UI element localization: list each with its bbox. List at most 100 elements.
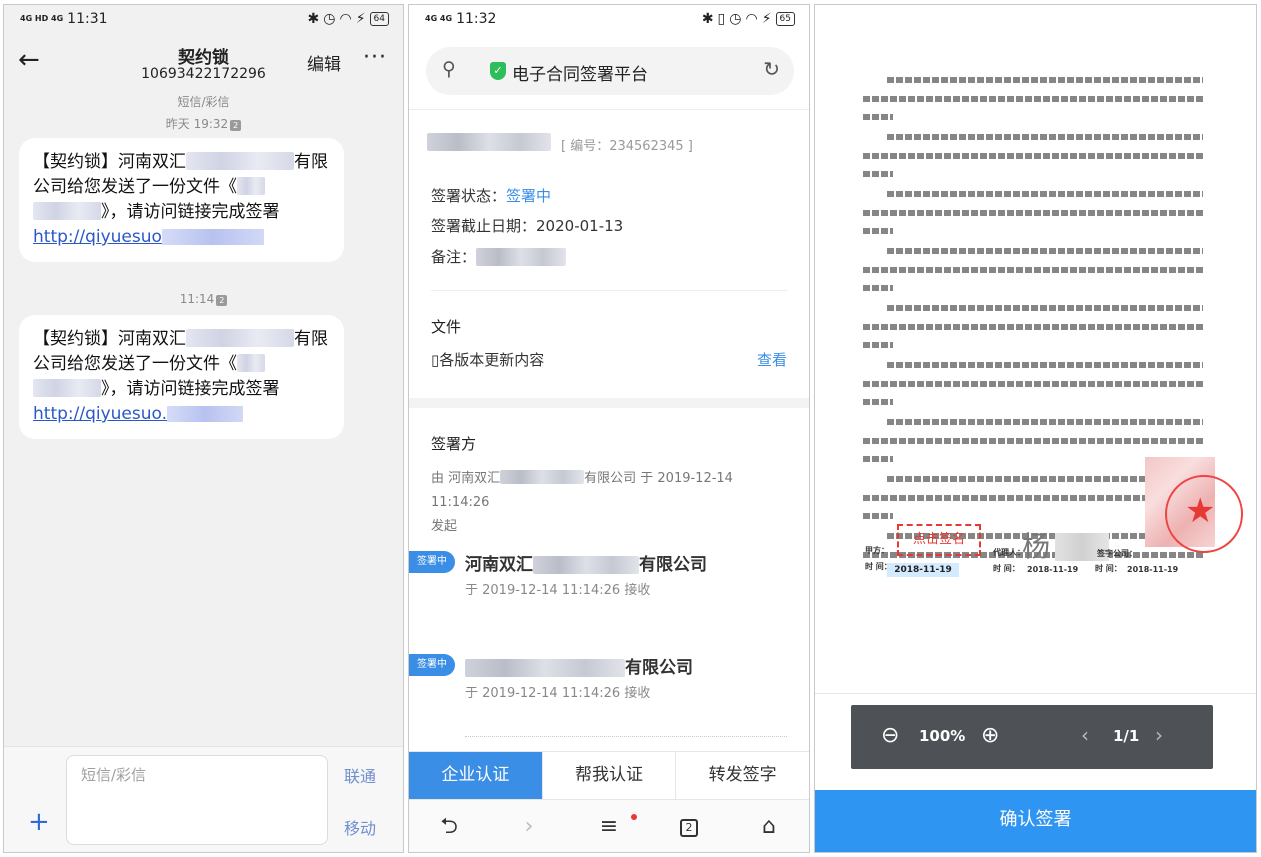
edit-button[interactable]: 编辑 xyxy=(307,50,341,75)
time-label-2: 时 间： xyxy=(993,564,1020,573)
document-text-line xyxy=(863,437,1203,444)
conversation-header: ← 契约锁 10693422172296 编辑 ··· xyxy=(4,35,403,91)
click-to-sign-button[interactable]: 点击签名 xyxy=(897,524,981,556)
redacted-contract-name xyxy=(427,133,551,151)
divider xyxy=(815,693,1256,694)
redacted-text xyxy=(186,329,294,347)
document-text-line xyxy=(863,399,893,405)
document-text-line xyxy=(863,171,893,177)
notification-dot xyxy=(631,814,637,820)
sign-deadline-value: 2020-01-13 xyxy=(536,217,624,235)
zoom-out-icon[interactable]: ⊖ xyxy=(881,723,899,748)
redacted-company xyxy=(533,556,639,574)
file-row[interactable]: ▯各版本更新内容 查看 xyxy=(431,349,787,370)
next-page-icon[interactable]: › xyxy=(1155,723,1163,747)
forward-sign-button[interactable]: 转发签字 xyxy=(675,752,809,799)
sign-status: 签署状态：签署中 xyxy=(431,187,552,205)
network-indicator: 4G HD 4G xyxy=(20,14,64,23)
initiated-info: 由 河南双汇 有限公司 于 2019-12-14 11:14:26 发起 xyxy=(431,470,733,534)
sign-status-value: 签署中 xyxy=(506,187,552,205)
battery-level: 65 xyxy=(775,12,795,26)
contact-number: 10693422172296 xyxy=(141,66,266,82)
alarm-icon: ◷ xyxy=(729,11,742,27)
address-bar[interactable]: ⚲ ✓ 电子合同签署平台 ↻ xyxy=(426,47,794,95)
sim-card-icon: 2 xyxy=(216,295,228,306)
document-text-line xyxy=(863,342,893,348)
signing-status-badge: 签署中 xyxy=(409,551,455,573)
site-title: 电子合同签署平台 xyxy=(512,65,648,85)
vibrate-icon: ▯ xyxy=(717,11,726,27)
redacted-remark xyxy=(476,248,567,266)
send-unicom-button[interactable]: 联通 xyxy=(344,763,376,787)
reload-icon[interactable]: ↻ xyxy=(763,57,780,81)
wifi-icon: ◠ xyxy=(339,11,352,27)
signer-name-1: 河南双汇 有限公司 xyxy=(465,555,707,575)
sim-card-icon: 2 xyxy=(230,120,242,131)
document-text-line xyxy=(887,419,1203,425)
tabs-button[interactable]: 2 xyxy=(649,800,729,852)
document-preview-screen: ★ 点击签名 甲方： 时 间： 2018-11-19 代理人： 时 间： 杨 2… xyxy=(814,4,1257,853)
document-text-line xyxy=(863,228,893,234)
signer-time-1: 于 2019-12-14 11:14:26 接收 xyxy=(465,583,651,598)
view-file-link[interactable]: 查看 xyxy=(757,349,787,370)
message-composer: + 短信/彩信 联通 移动 xyxy=(4,746,403,852)
plus-icon[interactable]: + xyxy=(28,807,50,837)
alarm-icon: ◷ xyxy=(323,11,336,27)
message-bubble-2[interactable]: 【契约锁】河南双汇 有限公司给您发送了一份文件《 》，请访问链接完成签署 http… xyxy=(19,315,344,439)
zoom-in-icon[interactable]: ⊕ xyxy=(981,723,999,748)
sms-screen: 4G HD 4G 11:31 ✱ ◷ ◠ ⚡ 64 ← 契约锁 10693422… xyxy=(3,4,404,853)
redacted-link xyxy=(161,229,264,245)
network-indicator: 4G 4G xyxy=(425,14,453,23)
sign-date-1: 2018-11-19 xyxy=(887,563,959,577)
sign-deadline: 签署截止日期：2020-01-13 xyxy=(431,217,624,235)
more-options-icon[interactable]: ··· xyxy=(363,45,387,70)
document-text-line xyxy=(863,209,1203,216)
menu-icon[interactable]: ≡ xyxy=(569,800,649,852)
forward-icon[interactable]: › xyxy=(489,800,569,852)
zoom-toolbar: ⊖ 100% ⊕ ‹ 1/1 › xyxy=(851,705,1213,769)
charging-icon: ⚡ xyxy=(355,11,366,27)
browser-nav-bar: ⮌ › ≡ 2 ⌂ xyxy=(409,799,809,852)
redacted-text xyxy=(186,152,294,170)
redacted-link xyxy=(167,406,244,422)
time-label-3: 时 间： xyxy=(1095,564,1122,573)
status-time: 11:32 xyxy=(456,11,497,27)
message-type-label: 短信/彩信 xyxy=(177,95,230,109)
divider xyxy=(409,109,809,110)
document-text-line xyxy=(863,513,893,519)
help-me-auth-button[interactable]: 帮我认证 xyxy=(541,752,676,799)
contract-link[interactable]: http://qiyuesuo xyxy=(33,227,162,247)
agent-label: 代理人： xyxy=(993,548,1025,557)
document-text-line xyxy=(863,266,1203,273)
document-text-line xyxy=(887,134,1203,140)
message-input-placeholder: 短信/彩信 xyxy=(81,766,147,784)
zoom-level: 100% xyxy=(919,727,966,745)
document-text-line xyxy=(863,380,1203,387)
message-time-2: 11:14 2 xyxy=(4,292,403,306)
signers-section-title: 签署方 xyxy=(431,435,477,453)
send-mobile-button[interactable]: 移动 xyxy=(344,815,376,839)
home-icon[interactable]: ⌂ xyxy=(729,800,809,852)
confirm-sign-button[interactable]: 确认签署 xyxy=(815,790,1256,852)
message-bubble-1[interactable]: 【契约锁】河南双汇 有限公司给您发送了一份文件《 》，请访问链接完成签署 http… xyxy=(19,138,344,262)
message-input[interactable]: 短信/彩信 xyxy=(66,755,328,845)
bluetooth-icon: ✱ xyxy=(307,11,320,27)
enterprise-auth-button[interactable]: 企业认证 xyxy=(409,752,542,799)
remark: 备注： xyxy=(431,246,567,267)
battery-level: 64 xyxy=(369,12,389,26)
document-text-line xyxy=(887,77,1203,83)
status-time: 11:31 xyxy=(67,11,108,27)
file-section-title: 文件 xyxy=(431,318,462,336)
status-bar: 4G HD 4G 11:31 ✱ ◷ ◠ ⚡ 64 xyxy=(4,5,403,35)
document-text-line xyxy=(863,285,893,291)
undo-back-icon[interactable]: ⮌ xyxy=(409,800,489,852)
message-time-1: 昨天 19:32 2 xyxy=(4,115,403,132)
redacted-text xyxy=(33,202,101,220)
sign-date-3: 2018-11-19 xyxy=(1127,565,1179,574)
redacted-company xyxy=(500,470,585,484)
secure-shield-icon: ✓ xyxy=(490,62,506,80)
contract-link[interactable]: http://qiyuesuo. xyxy=(33,404,167,424)
prev-page-icon[interactable]: ‹ xyxy=(1081,723,1089,747)
signer-name-2: 有限公司 xyxy=(465,653,693,678)
dotted-divider xyxy=(465,736,787,737)
